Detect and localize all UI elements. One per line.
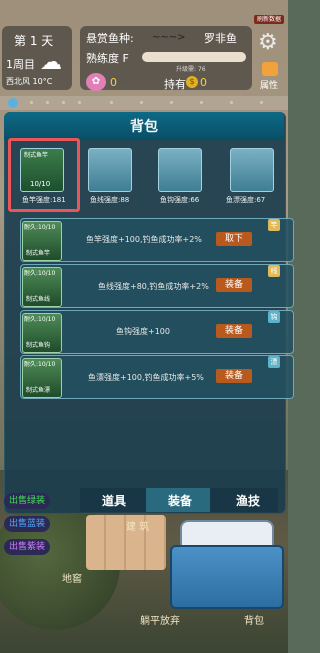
equip-line-button[interactable]: 装备 [216,278,252,292]
gear-icon[interactable]: ⚙ [258,30,278,55]
give-up-label[interactable]: 躺平放弃 [140,612,180,627]
progress-track [0,96,288,110]
backpack-label[interactable]: 背包 [244,612,264,627]
float-desc: 鱼漂强度+100,钓鱼成功率+5% [88,373,204,382]
coin-count: 0 [200,76,207,89]
attributes-label[interactable]: 属性 [260,78,278,91]
week-counter: 1周目 [6,58,35,71]
bait-icon: ✿ [86,73,106,91]
hook-durability: 耐久:10/10 [24,316,56,323]
boat-image [170,545,284,609]
tab-equipment[interactable]: 装备 [168,492,192,509]
build-label[interactable]: 建 筑 [126,518,149,533]
hook-name: 制式鱼钩 [26,342,51,349]
slot-float-label: 鱼漂强度:67 [226,196,266,204]
rain-cloud-icon: ☁ [40,50,62,75]
rod-desc: 鱼竿强度+100,钓鱼成功率+2% [86,235,202,244]
line-name: 制式鱼线 [26,296,51,303]
refresh-data-button[interactable]: 刷新数据 [254,15,284,24]
hold-label: 持有 [164,78,186,91]
wind-temperature: 西北风 10°C [6,77,53,86]
unequip-rod-button[interactable]: 取下 [216,232,252,246]
float-durability: 耐久:10/10 [24,361,56,368]
sell-purple-button[interactable]: 出售紫装 [4,539,50,555]
tab-fishing-skills[interactable]: 渔技 [236,492,260,509]
exp-needed: 升级需: 76 [176,66,206,73]
track-marker-icon [8,98,18,108]
rod-tag: 竿 [268,219,280,231]
bounty-label: 悬赏鱼种: [86,32,134,45]
hook-tag: 钩 [268,311,280,323]
float-tag: 漂 [268,356,280,368]
slot-line-label: 鱼线强度:88 [90,196,130,204]
bait-count: 0 [110,76,117,89]
line-desc: 鱼线强度+80,钓鱼成功率+2% [98,282,209,291]
rod-name: 制式鱼竿 [26,250,51,257]
sell-blue-button[interactable]: 出售蓝装 [4,516,50,532]
float-name: 制式鱼漂 [26,387,51,394]
selected-slot-outline [8,138,80,212]
equip-float-button[interactable]: 装备 [216,369,252,383]
cellar-label[interactable]: 地窖 [62,570,82,585]
day-counter: 第 1 天 [14,34,54,48]
line-durability: 耐久:10/10 [24,270,56,277]
bounty-fish: 罗非鱼 [204,32,237,45]
slot-hook[interactable] [158,148,202,192]
line-tag: 线 [268,265,280,277]
backpack-title: 背包 [130,119,158,135]
slot-line[interactable] [88,148,132,192]
slot-float[interactable] [230,148,274,192]
hook-desc: 鱼钩强度+100 [116,327,170,336]
sell-green-button[interactable]: 出售绿装 [4,493,50,509]
skill-label: 熟练度 F [86,52,129,65]
attributes-icon[interactable] [262,62,278,76]
skill-progress-bar [142,52,246,62]
fish-icon: ~~~> [152,32,186,43]
coin-icon: $ [186,76,198,88]
tab-items[interactable]: 道具 [102,492,126,509]
rod-durability: 耐久:10/10 [24,224,56,231]
equip-hook-button[interactable]: 装备 [216,324,252,338]
slot-hook-label: 鱼钩强度:66 [160,196,200,204]
